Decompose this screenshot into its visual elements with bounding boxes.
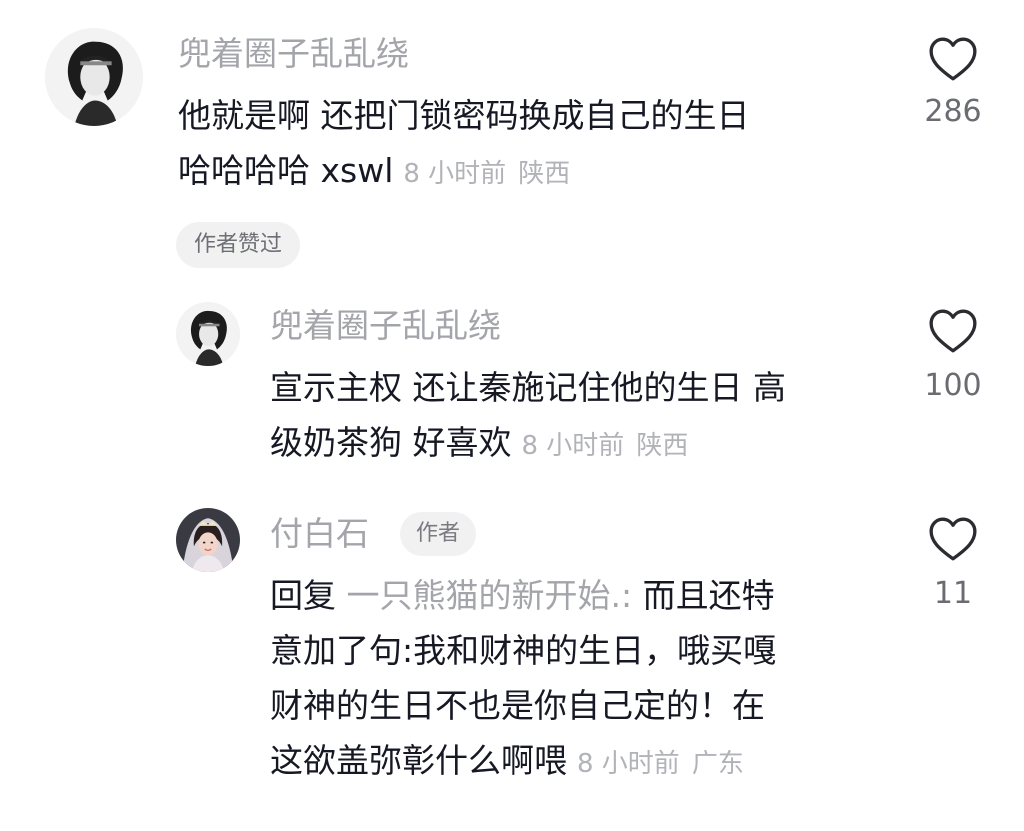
comment-line: 哈哈哈哈 xswl 8 小时前 陕西 bbox=[178, 143, 750, 202]
location: 陕西 bbox=[636, 431, 689, 461]
comment-line: 财神的生日不也是你自己定的！在 bbox=[270, 686, 765, 725]
comment-item: 付白石 作者 回复 一只熊猫的新开始.: 而且还特 意加了句:我和财神的生日，哦… bbox=[0, 490, 1024, 831]
location: 广东 bbox=[691, 749, 744, 779]
author-liked-badge: 作者赞过 bbox=[176, 222, 301, 268]
reply-target-username[interactable]: 一只熊猫的新开始.: bbox=[347, 576, 633, 615]
heart-outline-icon bbox=[929, 517, 977, 561]
avatar[interactable] bbox=[176, 508, 240, 572]
comment-meta: 8 小时前 广东 bbox=[577, 749, 744, 779]
like-count: 100 bbox=[924, 368, 982, 403]
comment-line: 他就是啊 还把门锁密码换成自己的生日 bbox=[178, 96, 750, 135]
username[interactable]: 兜着圈子乱乱绕 bbox=[178, 34, 409, 74]
comment-text: 回复 一只熊猫的新开始.: 而且还特 意加了句:我和财神的生日，哦买嘎 财神的生… bbox=[270, 568, 776, 792]
comment-line: 意加了句:我和财神的生日，哦买嘎 bbox=[270, 631, 777, 670]
comment-item: 兜着圈子乱乱绕 宣示主权 还让秦施记住他的生日 高 级奶茶狗 好喜欢 8 小时前陕… bbox=[0, 280, 1024, 490]
avatar[interactable] bbox=[45, 28, 143, 126]
username[interactable]: 付白石 bbox=[270, 514, 369, 554]
avatar-image bbox=[176, 508, 240, 572]
location: 陕西 bbox=[518, 159, 571, 189]
comment-line-text: 级奶茶狗 好喜欢 bbox=[270, 423, 512, 462]
timestamp: 8 小时前 bbox=[403, 159, 507, 189]
username[interactable]: 兜着圈子乱乱绕 bbox=[270, 306, 501, 346]
comment-text: 他就是啊 还把门锁密码换成自己的生日 哈哈哈哈 xswl 8 小时前 陕西 bbox=[178, 88, 750, 202]
reply-prefix: 回复 bbox=[270, 576, 336, 615]
like-button[interactable] bbox=[928, 308, 978, 354]
like-count: 11 bbox=[933, 576, 973, 611]
comment-line: 级奶茶狗 好喜欢 8 小时前 陕西 bbox=[270, 415, 786, 474]
comment-line-text: 这欲盖弥彰什么啊喂 bbox=[270, 741, 567, 780]
comment-line: 宣示主权 还让秦施记住他的生日 高 bbox=[270, 368, 786, 407]
like-count: 286 bbox=[924, 94, 982, 129]
heart-outline-icon bbox=[929, 37, 977, 81]
avatar[interactable] bbox=[176, 302, 240, 366]
author-badge: 作者 bbox=[400, 512, 477, 556]
comment-line-text: 而且还特 bbox=[632, 576, 775, 615]
avatar-image bbox=[45, 28, 143, 126]
timestamp: 8 小时前 bbox=[521, 431, 625, 461]
like-button[interactable] bbox=[928, 36, 978, 82]
comment-line: 这欲盖弥彰什么啊喂 8 小时前 广东 bbox=[270, 733, 776, 792]
comment-meta: 8 小时前 陕西 bbox=[522, 431, 689, 461]
comment-line: 回复 一只熊猫的新开始.: 而且还特 bbox=[270, 568, 776, 623]
like-button[interactable] bbox=[928, 516, 978, 562]
comment-line-text: 哈哈哈哈 xswl bbox=[178, 151, 394, 190]
timestamp: 8 小时前 bbox=[577, 749, 680, 779]
comment-text: 宣示主权 还让秦施记住他的生日 高 级奶茶狗 好喜欢 8 小时前 陕西 bbox=[270, 360, 786, 474]
comment-meta: 8 小时前 陕西 bbox=[403, 159, 570, 189]
heart-outline-icon bbox=[929, 309, 977, 353]
avatar-image bbox=[176, 302, 240, 366]
comment-item: 兜着圈子乱乱绕 他就是啊 还把门锁密码换成自己的生日 哈哈哈哈 xswl 8 小时… bbox=[0, 0, 1024, 280]
